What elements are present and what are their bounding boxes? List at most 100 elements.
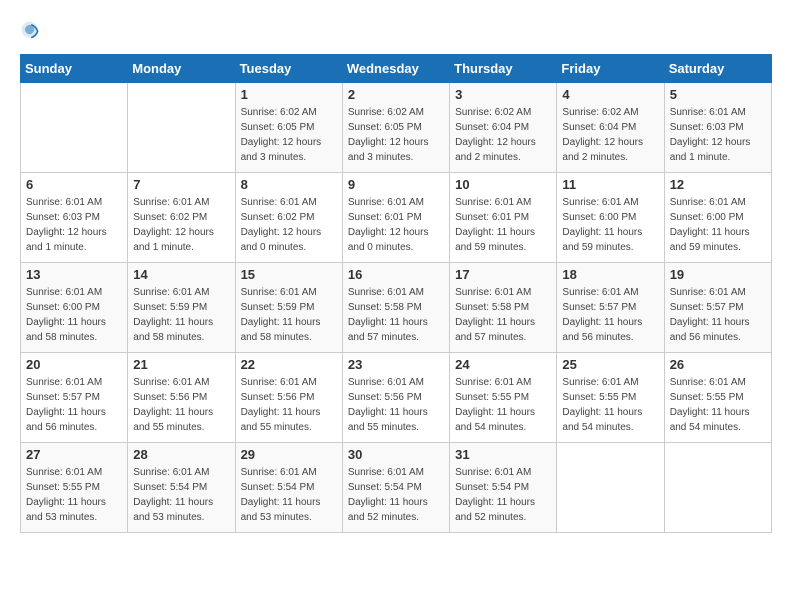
day-number: 29 — [241, 447, 337, 462]
day-number: 16 — [348, 267, 444, 282]
calendar-cell: 25 Sunrise: 6:01 AM Sunset: 5:55 PM Dayli… — [557, 353, 664, 443]
day-number: 26 — [670, 357, 766, 372]
logo — [20, 20, 48, 44]
day-info: Sunrise: 6:01 AM Sunset: 5:58 PM Dayligh… — [348, 285, 444, 345]
day-number: 28 — [133, 447, 229, 462]
day-of-week-header: Wednesday — [342, 55, 449, 83]
day-of-week-header: Sunday — [21, 55, 128, 83]
day-number: 23 — [348, 357, 444, 372]
day-info: Sunrise: 6:02 AM Sunset: 6:04 PM Dayligh… — [455, 105, 551, 165]
day-of-week-header: Tuesday — [235, 55, 342, 83]
calendar-cell: 2 Sunrise: 6:02 AM Sunset: 6:05 PM Daylig… — [342, 83, 449, 173]
calendar-cell: 13 Sunrise: 6:01 AM Sunset: 6:00 PM Dayli… — [21, 263, 128, 353]
calendar-cell: 18Sunrise: 6:01 AM Sunset: 5:57 PM Dayli… — [557, 263, 664, 353]
calendar-cell: 6 Sunrise: 6:01 AM Sunset: 6:03 PM Daylig… — [21, 173, 128, 263]
day-number: 6 — [26, 177, 122, 192]
calendar-cell — [664, 443, 771, 533]
calendar-cell — [128, 83, 235, 173]
calendar-cell: 21 Sunrise: 6:01 AM Sunset: 5:56 PM Dayli… — [128, 353, 235, 443]
calendar-cell: 28Sunrise: 6:01 AM Sunset: 5:54 PM Dayli… — [128, 443, 235, 533]
calendar-week-row: 6 Sunrise: 6:01 AM Sunset: 6:03 PM Daylig… — [21, 173, 772, 263]
calendar-cell: 17 Sunrise: 6:01 AM Sunset: 5:58 PM Dayli… — [450, 263, 557, 353]
day-info: Sunrise: 6:02 AM Sunset: 6:05 PM Dayligh… — [348, 105, 444, 165]
calendar-week-row: 20 Sunrise: 6:01 AM Sunset: 5:57 PM Dayli… — [21, 353, 772, 443]
calendar-cell: 27 Sunrise: 6:01 AM Sunset: 5:55 PM Dayli… — [21, 443, 128, 533]
day-info: Sunrise: 6:01 AM Sunset: 5:54 PM Dayligh… — [455, 465, 551, 525]
day-number: 5 — [670, 87, 766, 102]
day-info: Sunrise: 6:01 AM Sunset: 5:56 PM Dayligh… — [133, 375, 229, 435]
calendar-cell: 23 Sunrise: 6:01 AM Sunset: 5:56 PM Dayli… — [342, 353, 449, 443]
day-number: 3 — [455, 87, 551, 102]
calendar-cell: 24 Sunrise: 6:01 AM Sunset: 5:55 PM Dayli… — [450, 353, 557, 443]
day-number: 2 — [348, 87, 444, 102]
day-info: Sunrise: 6:01 AM Sunset: 6:00 PM Dayligh… — [562, 195, 658, 255]
day-of-week-header: Thursday — [450, 55, 557, 83]
calendar-cell: 7 Sunrise: 6:01 AM Sunset: 6:02 PM Daylig… — [128, 173, 235, 263]
calendar-cell: 14Sunrise: 6:01 AM Sunset: 5:59 PM Dayli… — [128, 263, 235, 353]
day-info: Sunrise: 6:01 AM Sunset: 5:58 PM Dayligh… — [455, 285, 551, 345]
calendar-cell: 1 Sunrise: 6:02 AM Sunset: 6:05 PM Daylig… — [235, 83, 342, 173]
day-number: 30 — [348, 447, 444, 462]
calendar-cell: 12Sunrise: 6:01 AM Sunset: 6:00 PM Dayli… — [664, 173, 771, 263]
calendar-header-row: SundayMondayTuesdayWednesdayThursdayFrid… — [21, 55, 772, 83]
day-info: Sunrise: 6:01 AM Sunset: 5:54 PM Dayligh… — [241, 465, 337, 525]
day-info: Sunrise: 6:01 AM Sunset: 6:02 PM Dayligh… — [133, 195, 229, 255]
calendar-cell: 10 Sunrise: 6:01 AM Sunset: 6:01 PM Dayli… — [450, 173, 557, 263]
calendar-cell: 3 Sunrise: 6:02 AM Sunset: 6:04 PM Daylig… — [450, 83, 557, 173]
day-info: Sunrise: 6:01 AM Sunset: 6:03 PM Dayligh… — [26, 195, 122, 255]
calendar-cell: 11 Sunrise: 6:01 AM Sunset: 6:00 PM Dayli… — [557, 173, 664, 263]
calendar-cell: 20 Sunrise: 6:01 AM Sunset: 5:57 PM Dayli… — [21, 353, 128, 443]
day-info: Sunrise: 6:01 AM Sunset: 5:55 PM Dayligh… — [670, 375, 766, 435]
calendar-cell: 5 Sunrise: 6:01 AM Sunset: 6:03 PM Daylig… — [664, 83, 771, 173]
day-number: 10 — [455, 177, 551, 192]
day-number: 20 — [26, 357, 122, 372]
day-number: 13 — [26, 267, 122, 282]
day-info: Sunrise: 6:01 AM Sunset: 5:55 PM Dayligh… — [26, 465, 122, 525]
calendar-cell: 4 Sunrise: 6:02 AM Sunset: 6:04 PM Daylig… — [557, 83, 664, 173]
day-info: Sunrise: 6:01 AM Sunset: 5:55 PM Dayligh… — [455, 375, 551, 435]
day-number: 18 — [562, 267, 658, 282]
day-number: 25 — [562, 357, 658, 372]
calendar-cell: 30 Sunrise: 6:01 AM Sunset: 5:54 PM Dayli… — [342, 443, 449, 533]
day-number: 1 — [241, 87, 337, 102]
day-info: Sunrise: 6:01 AM Sunset: 6:00 PM Dayligh… — [670, 195, 766, 255]
calendar-cell: 19 Sunrise: 6:01 AM Sunset: 5:57 PM Dayli… — [664, 263, 771, 353]
day-info: Sunrise: 6:01 AM Sunset: 6:00 PM Dayligh… — [26, 285, 122, 345]
day-number: 15 — [241, 267, 337, 282]
day-number: 24 — [455, 357, 551, 372]
calendar-cell: 22Sunrise: 6:01 AM Sunset: 5:56 PM Dayli… — [235, 353, 342, 443]
day-info: Sunrise: 6:01 AM Sunset: 6:01 PM Dayligh… — [455, 195, 551, 255]
calendar-cell — [557, 443, 664, 533]
day-info: Sunrise: 6:02 AM Sunset: 6:05 PM Dayligh… — [241, 105, 337, 165]
calendar-cell: 8 Sunrise: 6:01 AM Sunset: 6:02 PM Daylig… — [235, 173, 342, 263]
day-number: 8 — [241, 177, 337, 192]
day-info: Sunrise: 6:01 AM Sunset: 5:56 PM Dayligh… — [241, 375, 337, 435]
day-info: Sunrise: 6:02 AM Sunset: 6:04 PM Dayligh… — [562, 105, 658, 165]
calendar-table: SundayMondayTuesdayWednesdayThursdayFrid… — [20, 54, 772, 533]
calendar-cell — [21, 83, 128, 173]
day-number: 21 — [133, 357, 229, 372]
day-info: Sunrise: 6:01 AM Sunset: 5:56 PM Dayligh… — [348, 375, 444, 435]
day-info: Sunrise: 6:01 AM Sunset: 5:54 PM Dayligh… — [348, 465, 444, 525]
day-number: 11 — [562, 177, 658, 192]
day-info: Sunrise: 6:01 AM Sunset: 6:03 PM Dayligh… — [670, 105, 766, 165]
calendar-week-row: 13 Sunrise: 6:01 AM Sunset: 6:00 PM Dayli… — [21, 263, 772, 353]
calendar-cell: 16 Sunrise: 6:01 AM Sunset: 5:58 PM Dayli… — [342, 263, 449, 353]
day-number: 7 — [133, 177, 229, 192]
day-number: 27 — [26, 447, 122, 462]
calendar-cell: 15Sunrise: 6:01 AM Sunset: 5:59 PM Dayli… — [235, 263, 342, 353]
day-info: Sunrise: 6:01 AM Sunset: 5:57 PM Dayligh… — [26, 375, 122, 435]
calendar-week-row: 27 Sunrise: 6:01 AM Sunset: 5:55 PM Dayli… — [21, 443, 772, 533]
day-number: 17 — [455, 267, 551, 282]
calendar-cell: 31Sunrise: 6:01 AM Sunset: 5:54 PM Dayli… — [450, 443, 557, 533]
day-info: Sunrise: 6:01 AM Sunset: 5:55 PM Dayligh… — [562, 375, 658, 435]
day-info: Sunrise: 6:01 AM Sunset: 6:02 PM Dayligh… — [241, 195, 337, 255]
day-info: Sunrise: 6:01 AM Sunset: 5:57 PM Dayligh… — [670, 285, 766, 345]
logo-icon — [20, 20, 44, 44]
day-number: 19 — [670, 267, 766, 282]
day-number: 4 — [562, 87, 658, 102]
day-of-week-header: Monday — [128, 55, 235, 83]
day-of-week-header: Friday — [557, 55, 664, 83]
header — [20, 20, 772, 44]
day-number: 9 — [348, 177, 444, 192]
